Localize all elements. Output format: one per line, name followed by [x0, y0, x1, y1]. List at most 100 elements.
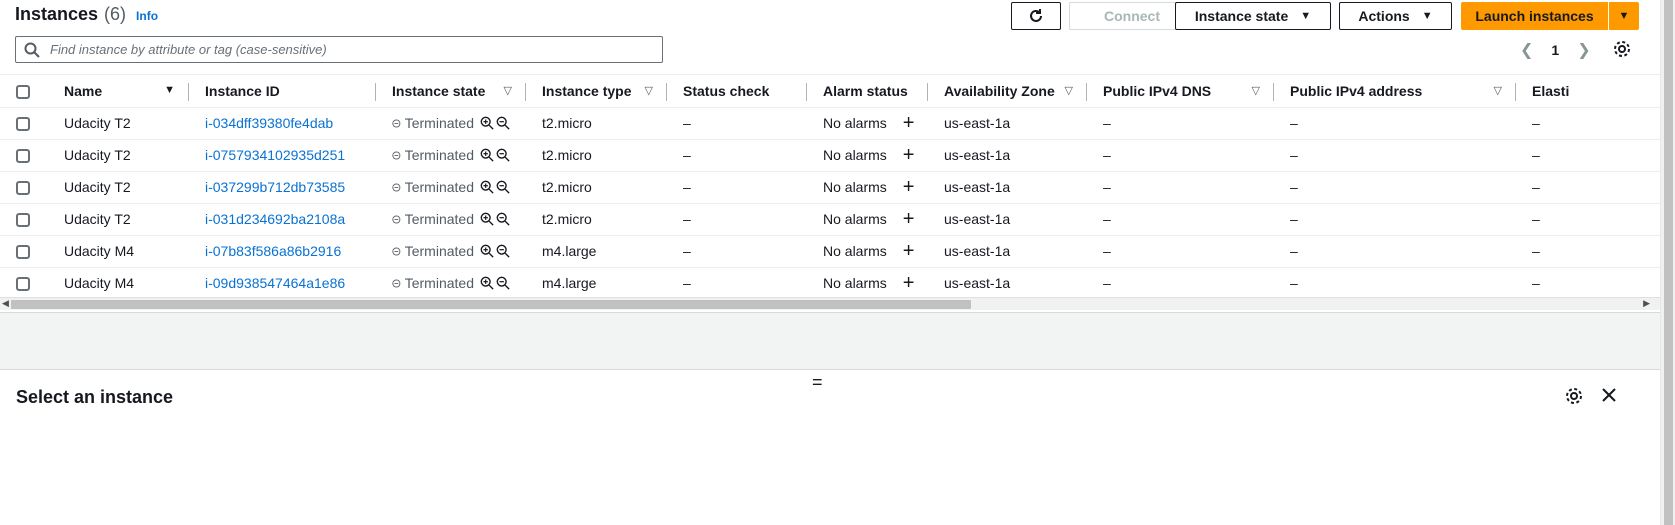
terminated-status-icon — [392, 119, 401, 127]
select-all-checkbox[interactable] — [16, 84, 30, 99]
table-settings-button[interactable] — [1613, 40, 1631, 61]
column-header-availability-zone[interactable]: Availability Zone ▽ — [928, 75, 1087, 108]
row-checkbox[interactable] — [16, 213, 30, 228]
zoom-out-icon[interactable] — [496, 244, 510, 258]
table-row[interactable]: Udacity M4 i-07b83f586a86b2916 Terminate… — [0, 235, 1660, 268]
instance-id-link[interactable]: i-037299b712db73585 — [189, 171, 376, 204]
zoom-in-icon[interactable] — [480, 148, 494, 162]
add-alarm-icon[interactable]: + — [903, 113, 915, 133]
public-ipv4-address-cell: – — [1274, 267, 1516, 300]
vertical-scrollbar[interactable] — [1660, 0, 1675, 525]
instance-id-link[interactable]: i-07b83f586a86b2916 — [189, 235, 376, 268]
status-check-cell: – — [667, 139, 807, 172]
zoom-out-icon[interactable] — [496, 276, 510, 290]
resize-handle-icon[interactable]: = — [812, 372, 823, 393]
horizontal-scrollbar[interactable]: ◀ ▶ — [0, 297, 1660, 310]
instance-id-link[interactable]: i-034dff39380fe4dab — [189, 107, 376, 140]
public-ipv4-dns-cell: – — [1087, 171, 1274, 204]
public-ipv4-dns-cell: – — [1087, 203, 1274, 236]
panel-title: Select an instance — [16, 387, 174, 407]
actions-button[interactable]: Actions ▼ — [1339, 2, 1452, 30]
panel-settings-button[interactable] — [1565, 387, 1583, 408]
instance-state-cell: Terminated — [376, 267, 526, 300]
scrollbar-thumb[interactable] — [11, 300, 971, 309]
panel-divider-area — [0, 312, 1660, 369]
instance-state-button[interactable]: Instance state ▼ — [1175, 2, 1331, 30]
caret-down-icon: ▼ — [1300, 10, 1312, 22]
status-check-cell: – — [667, 107, 807, 140]
row-checkbox[interactable] — [16, 245, 30, 260]
add-alarm-icon[interactable]: + — [903, 209, 915, 229]
gear-icon — [1566, 388, 1582, 404]
zoom-in-icon[interactable] — [480, 276, 494, 290]
zoom-in-icon[interactable] — [480, 180, 494, 194]
table-row[interactable]: Udacity T2 i-034dff39380fe4dab Terminate… — [0, 107, 1660, 140]
refresh-button[interactable] — [1011, 2, 1061, 30]
search-input[interactable] — [48, 41, 662, 58]
page-number[interactable]: 1 — [1551, 42, 1559, 58]
instance-id-link[interactable]: i-031d234692ba2108a — [189, 203, 376, 236]
close-panel-button[interactable] — [1600, 386, 1618, 407]
scroll-left-icon[interactable]: ◀ — [2, 298, 9, 309]
instance-state-text: Terminated — [404, 179, 474, 195]
sort-icon[interactable]: ▽ — [1494, 84, 1502, 97]
add-alarm-icon[interactable]: + — [903, 273, 915, 293]
zoom-in-icon[interactable] — [480, 116, 494, 130]
row-checkbox[interactable] — [16, 277, 30, 292]
column-label: Instance state — [392, 82, 486, 99]
zoom-out-icon[interactable] — [496, 148, 510, 162]
column-header-name[interactable]: Name ▼ — [48, 75, 189, 108]
column-header-instance-state[interactable]: Instance state ▽ — [376, 75, 526, 108]
column-header-instance-type[interactable]: Instance type ▽ — [526, 75, 667, 108]
column-header-instance-id[interactable]: Instance ID — [189, 75, 376, 108]
zoom-out-icon[interactable] — [496, 116, 510, 130]
sort-icon[interactable]: ▽ — [645, 84, 653, 97]
column-header-alarm-status[interactable]: Alarm status — [807, 75, 928, 108]
add-alarm-icon[interactable]: + — [903, 241, 915, 261]
sort-icon[interactable]: ▽ — [504, 84, 512, 97]
add-alarm-icon[interactable]: + — [903, 177, 915, 197]
previous-page-icon[interactable]: ❮ — [1520, 40, 1533, 60]
column-label: Status check — [683, 82, 770, 99]
info-link[interactable]: Info — [136, 9, 158, 23]
zoom-out-icon[interactable] — [496, 180, 510, 194]
page-header: Instances (6) Info — [15, 4, 158, 28]
zoom-in-icon[interactable] — [480, 244, 494, 258]
sort-icon[interactable]: ▽ — [1252, 84, 1260, 97]
instance-id-link[interactable]: i-0757934102935d251 — [189, 139, 376, 172]
launch-dropdown-button[interactable]: ▼ — [1609, 2, 1639, 30]
scrollbar-thumb[interactable] — [1664, 0, 1673, 525]
public-ipv4-dns-cell: – — [1087, 107, 1274, 140]
table-row[interactable]: Udacity T2 i-037299b712db73585 Terminate… — [0, 171, 1660, 204]
launch-instances-button[interactable]: Launch instances — [1461, 2, 1608, 30]
table-row[interactable]: Udacity M4 i-09d938547464a1e86 Terminate… — [0, 267, 1660, 300]
column-header-public-ipv4-address[interactable]: Public IPv4 address ▽ — [1274, 75, 1516, 108]
scroll-right-icon[interactable]: ▶ — [1643, 298, 1650, 309]
zoom-in-icon[interactable] — [480, 212, 494, 226]
sort-descending-icon[interactable]: ▼ — [164, 84, 175, 96]
row-select-cell — [0, 203, 48, 236]
alarm-status-text: No alarms — [823, 147, 887, 163]
column-header-elastic-ip[interactable]: Elasti — [1516, 75, 1660, 108]
row-checkbox[interactable] — [16, 117, 30, 132]
row-select-cell — [0, 267, 48, 300]
instance-type-cell: m4.large — [526, 267, 667, 300]
sort-icon[interactable]: ▽ — [1065, 84, 1073, 97]
row-checkbox[interactable] — [16, 149, 30, 164]
instance-id-link[interactable]: i-09d938547464a1e86 — [189, 267, 376, 300]
availability-zone-cell: us-east-1a — [928, 171, 1087, 204]
elastic-ip-cell: – — [1516, 267, 1660, 300]
column-label: Public IPv4 DNS — [1103, 82, 1212, 99]
table-row[interactable]: Udacity T2 i-031d234692ba2108a Terminate… — [0, 203, 1660, 236]
terminated-status-icon — [392, 183, 401, 191]
zoom-out-icon[interactable] — [496, 212, 510, 226]
table-row[interactable]: Udacity T2 i-0757934102935d251 Terminate… — [0, 139, 1660, 172]
row-checkbox[interactable] — [16, 181, 30, 196]
add-alarm-icon[interactable]: + — [903, 145, 915, 165]
next-page-icon[interactable]: ❯ — [1577, 40, 1590, 60]
availability-zone-cell: us-east-1a — [928, 267, 1087, 300]
availability-zone-cell: us-east-1a — [928, 139, 1087, 172]
search-field[interactable] — [15, 36, 663, 63]
column-header-status-check[interactable]: Status check — [667, 75, 807, 108]
column-header-public-ipv4-dns[interactable]: Public IPv4 DNS ▽ — [1087, 75, 1274, 108]
